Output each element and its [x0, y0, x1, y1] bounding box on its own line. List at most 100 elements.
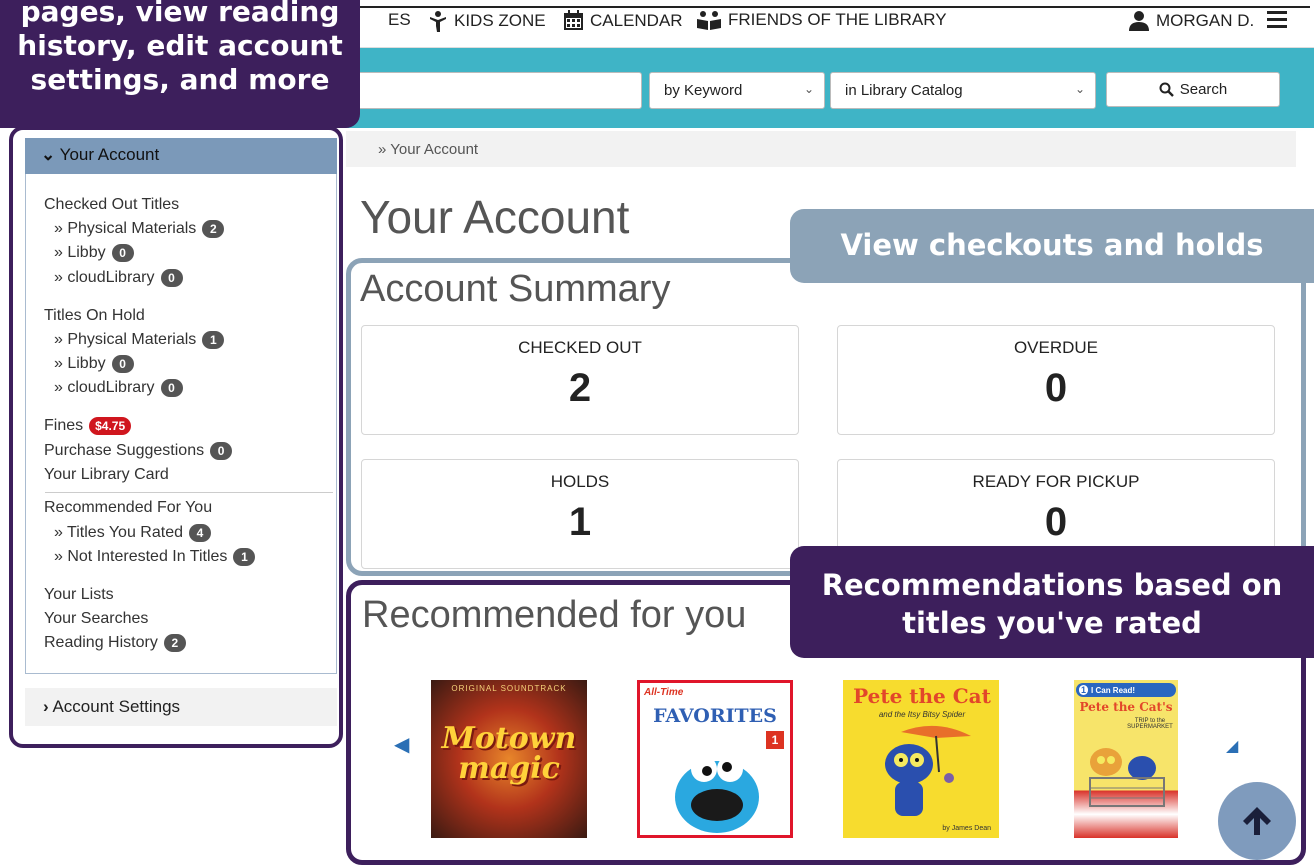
arrow-up-icon	[1243, 807, 1271, 835]
search-input[interactable]	[330, 72, 642, 109]
callout-text: View checkouts and holds	[840, 228, 1264, 262]
sidebar-divider	[45, 492, 333, 493]
reading-level-badge: 1	[1079, 685, 1089, 695]
callout-account-pages: pages, view reading history, edit accoun…	[0, 0, 360, 128]
chevron-right-icon: ›	[43, 697, 49, 716]
callout-recommendations: Recommendations based on titles you've r…	[790, 546, 1314, 658]
search-type-select[interactable]: by Keyword ⌄	[649, 72, 825, 109]
calendar-icon	[564, 10, 583, 30]
stat-value: 0	[1044, 366, 1068, 410]
cookie-monster-illustration	[675, 756, 759, 833]
count-badge: 0	[111, 244, 134, 262]
count-badge: 4	[188, 524, 211, 542]
sidebar-item-h-cloudlibrary[interactable]: » cloudLibrary 0	[54, 379, 183, 397]
count-badge: 0	[210, 442, 233, 460]
user-account-menu[interactable]: MORGAN D.	[1128, 10, 1254, 32]
book-top-text: All-Time	[644, 687, 684, 698]
stat-value: 2	[568, 366, 592, 410]
book-top-text: I Can Read!	[1091, 685, 1136, 695]
book-subtitle-text: and the Itsy Bitsy Spider	[878, 710, 966, 719]
nav-item-friends[interactable]: FRIENDS OF THE LIBRARY	[696, 10, 947, 30]
search-icon	[1159, 82, 1174, 97]
scroll-to-top-button[interactable]	[1218, 782, 1296, 860]
sidebar-item-not-interested[interactable]: » Not Interested In Titles 1	[54, 548, 256, 566]
book-title-text: Motown magic	[441, 721, 577, 786]
pete-the-cat-illustration	[1089, 748, 1165, 807]
count-badge: 1	[233, 548, 256, 566]
page-title: Your Account	[360, 191, 630, 243]
book-title-text: FAVORITES	[653, 705, 777, 727]
count-badge: 2	[202, 220, 225, 238]
sidebar-item-your-lists[interactable]: Your Lists	[44, 586, 114, 604]
sidebar-item-on-hold[interactable]: Titles On Hold	[44, 307, 145, 325]
sidebar-item-co-physical[interactable]: » Physical Materials 2	[54, 220, 225, 238]
account-sidebar: ⌄ Your Account Checked Out Titles » Phys…	[9, 126, 343, 748]
count-badge: 0	[160, 269, 183, 287]
count-badge: 2	[163, 634, 186, 652]
sidebar-item-account-settings[interactable]: › Account Settings	[25, 688, 337, 726]
carousel-prev-arrow[interactable]: ◀	[394, 732, 409, 757]
callout-checkouts-holds: View checkouts and holds	[790, 209, 1314, 283]
nav-item-kids-zone[interactable]: KIDS ZONE	[428, 10, 546, 32]
stat-value: 1	[568, 500, 592, 544]
pete-the-cat-illustration	[885, 725, 971, 816]
book-author-text: by James Dean	[942, 825, 991, 832]
nav-item-partial[interactable]: ES	[388, 10, 411, 30]
kids-icon	[430, 11, 446, 32]
carousel-next-arrow[interactable]: ◢	[1226, 736, 1238, 756]
callout-line: Recommendations based on	[821, 568, 1283, 602]
sidebar-item-h-libby[interactable]: » Libby 0	[54, 355, 134, 373]
stat-card-overdue[interactable]: OVERDUE 0	[837, 325, 1275, 435]
book-cover[interactable]: ORIGINAL SOUNDTRACK Motown magic	[431, 680, 587, 838]
sidebar-item-library-card[interactable]: Your Library Card	[44, 466, 169, 484]
stat-value: 0	[1044, 500, 1068, 544]
friends-icon	[697, 11, 721, 30]
book-top-text: ORIGINAL SOUNDTRACK	[451, 684, 567, 693]
stat-label: READY FOR PICKUP	[972, 472, 1140, 491]
summary-title: Account Summary	[360, 268, 671, 310]
book-cover[interactable]: All-Time FAVORITES 1	[637, 680, 793, 838]
stat-label: CHECKED OUT	[518, 338, 642, 357]
nav-top-border	[350, 6, 1310, 8]
book-cover[interactable]: Pete the Cat and the Itsy Bitsy Spider b…	[843, 680, 999, 838]
sidebar-item-your-searches[interactable]: Your Searches	[44, 610, 148, 628]
sidebar-item-fines[interactable]: Fines $4.75	[44, 417, 132, 435]
sidebar-item-titles-rated[interactable]: » Titles You Rated 4	[54, 524, 211, 542]
search-scope-select[interactable]: in Library Catalog ⌄	[830, 72, 1096, 109]
book-subtitle-text: TRIP to the SUPERMARKET	[1127, 718, 1173, 730]
book-title-text: Pete the Cat	[853, 684, 991, 708]
callout-line: settings, and more	[30, 63, 330, 96]
callout-line: pages, view reading	[20, 0, 340, 28]
count-badge: 0	[111, 355, 134, 373]
sidebar-header-your-account[interactable]: ⌄ Your Account	[25, 138, 337, 174]
book-badge: 1	[766, 731, 784, 749]
stat-label: HOLDS	[550, 472, 610, 491]
book-title-text: Pete the Cat's	[1079, 700, 1173, 714]
sidebar-item-recommended[interactable]: Recommended For You	[44, 499, 212, 517]
book-cover[interactable]: 1 I Can Read! Pete the Cat's TRIP to the…	[1074, 680, 1178, 838]
sidebar-item-checked-out[interactable]: Checked Out Titles	[44, 196, 179, 214]
callout-line: titles you've rated	[902, 606, 1202, 640]
nav-item-calendar[interactable]: CALENDAR	[563, 10, 683, 31]
fines-badge: $4.75	[89, 417, 132, 435]
i-can-read-banner: 1 I Can Read!	[1076, 683, 1176, 697]
hamburger-menu-icon[interactable]	[1266, 8, 1288, 30]
sidebar-item-purchase-suggestions[interactable]: Purchase Suggestions 0	[44, 442, 233, 460]
callout-line: history, edit account	[17, 29, 343, 62]
recommended-title: Recommended for you	[362, 594, 747, 636]
user-icon	[1129, 11, 1149, 31]
sidebar-item-co-cloudlibrary[interactable]: » cloudLibrary 0	[54, 269, 183, 287]
count-badge: 1	[202, 331, 225, 349]
sidebar-item-co-libby[interactable]: » Libby 0	[54, 244, 134, 262]
sidebar-item-reading-history[interactable]: Reading History 2	[44, 634, 186, 652]
stat-card-checked-out[interactable]: CHECKED OUT 2	[361, 325, 799, 435]
chevron-down-icon: ⌄	[1074, 82, 1085, 96]
stat-card-holds[interactable]: HOLDS 1	[361, 459, 799, 569]
stat-label: OVERDUE	[1013, 338, 1099, 357]
chevron-down-icon: ⌄	[803, 82, 814, 96]
sidebar-item-h-physical[interactable]: » Physical Materials 1	[54, 331, 225, 349]
hamburger-icon	[1267, 11, 1287, 28]
breadcrumb-link[interactable]: » Your Account	[378, 141, 478, 158]
breadcrumb: » Your Account	[346, 131, 1296, 167]
search-button[interactable]: Search	[1106, 72, 1280, 107]
